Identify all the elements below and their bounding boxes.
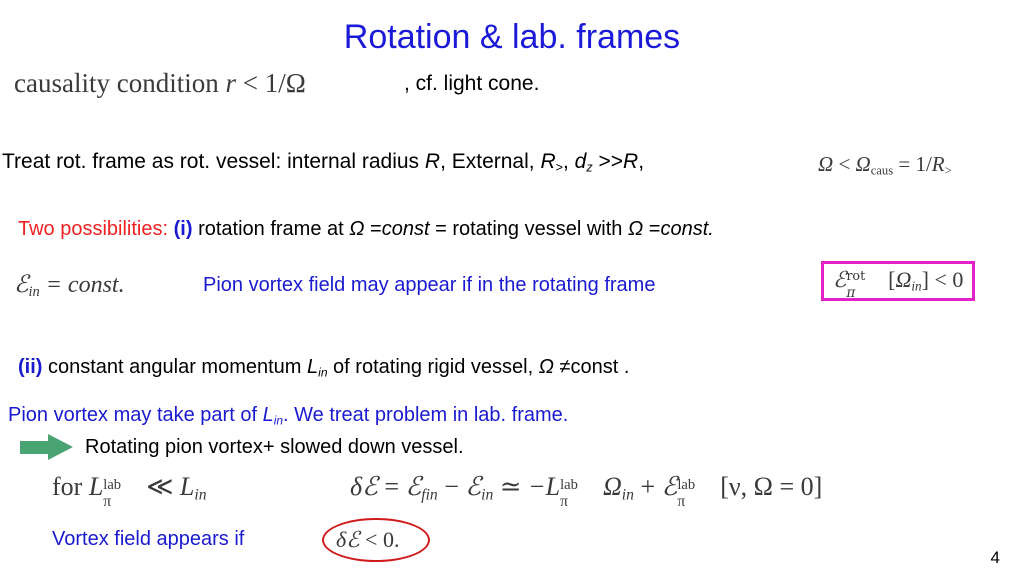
boxed-relation: < 0	[934, 267, 964, 292]
script-E-internal-sub: in	[28, 284, 40, 301]
causality-note: , cf. light cone.	[404, 72, 540, 95]
omega-less-than: <	[838, 152, 851, 176]
slide-canvas: Rotation & lab. frames causality conditi…	[0, 0, 1024, 576]
two-possibilities-lead: Two possibilities:	[18, 218, 169, 240]
second-possibility-line: (ii) constant angular momentum Lin of ro…	[18, 356, 629, 379]
causality-bound-symbol: Ω	[285, 68, 306, 98]
causality-relation: <	[242, 68, 258, 98]
vortex-appears-label: Vortex field appears if	[52, 528, 245, 550]
treat-text-c: ,	[562, 150, 575, 173]
lab-frame-var-L: L	[262, 404, 274, 426]
energy-difference-formula: δℰ = ℰfin − ℰin ≃ −L lab π Ωin + ℰ lab π…	[350, 472, 823, 511]
for-keyword: for	[52, 472, 83, 501]
circled-relation: < 0.	[365, 527, 400, 552]
treat-var-R2: R	[623, 150, 639, 173]
energy-final-sub: fin	[421, 486, 438, 504]
possibility-ii-text-c: ≠const .	[553, 356, 630, 378]
possibility-i-const-2: const.	[660, 218, 714, 240]
omega-in-subscript: in	[621, 486, 634, 504]
causality-variable: r	[225, 68, 236, 98]
two-possibilities-line: Two possibilities: (i) rotation frame at…	[18, 218, 714, 241]
lab-frame-text-a: Pion vortex may take part of	[8, 404, 263, 426]
circled-condition: δℰ < 0.	[322, 518, 430, 562]
possibility-ii-omega: Ω	[538, 356, 554, 378]
possibility-i-text-b: =	[364, 218, 382, 240]
delta-approx: ≃	[499, 472, 522, 501]
rotating-vortex-callout-text: Rotating pion vortex+ slowed down vessel…	[85, 435, 464, 458]
possibility-i-text-d: =	[643, 218, 661, 240]
boxed-rotating-energy-formula: ℰ rot π [Ωin] < 0	[821, 261, 976, 301]
rotating-vortex-callout-row: Rotating pion vortex+ slowed down vessel…	[20, 432, 464, 462]
omega-caus-symbol: Ω	[855, 152, 871, 176]
delta-plus: +	[640, 472, 656, 501]
treat-text-d: >>	[592, 150, 624, 173]
internal-energy-constant-formula: ℰin = const.	[14, 270, 125, 299]
delta-minus: −	[444, 472, 459, 501]
possibility-ii-var-L: L	[307, 356, 319, 378]
treat-text-b: , External,	[440, 150, 541, 173]
pion-vortex-rotating-frame-note: Pion vortex field may appear if in the r…	[203, 274, 656, 296]
possibility-i-text-c: = rotating vessel with	[429, 218, 628, 240]
treat-text-e: ,	[638, 150, 645, 173]
treat-var-Rgt: R	[540, 150, 556, 173]
possibility-ii-text-b: of rotating rigid vessel,	[327, 356, 539, 378]
lab-frame-var-L-sub: in	[273, 413, 284, 428]
page-number: 4	[990, 548, 1000, 567]
treat-var-d: d	[574, 150, 587, 173]
energy-pi-lab-symbol: ℰ	[661, 472, 678, 502]
treat-text-a: Treat rot. frame as rot. vessel: interna…	[2, 150, 425, 173]
boxed-omega: Ω	[895, 267, 912, 292]
omega-R-subscript: >	[944, 163, 952, 178]
circled-delta-energy: δℰ	[336, 527, 360, 552]
causality-bound-numerator: 1/	[264, 68, 286, 98]
omega-equals-inverse: = 1/	[898, 152, 932, 176]
possibility-ii-text-a: constant angular momentum	[42, 356, 308, 378]
neg-L-symbol: −L	[528, 472, 561, 501]
causality-condition-formula: causality condition r < 1/Ω	[14, 68, 306, 99]
treat-var-R: R	[424, 150, 441, 173]
delta-energy-symbol: δℰ	[350, 472, 378, 501]
omega-caus-subscript: caus	[870, 163, 894, 178]
omega-R-symbol: R	[931, 152, 945, 176]
omega-in-symbol: Ω	[602, 472, 622, 501]
delta-equals: =	[384, 472, 399, 501]
causality-condition-label: causality condition	[14, 68, 219, 98]
omega-causal-bound-formula: Ω < Ωcaus = 1/R>	[818, 152, 952, 177]
treat-rotating-frame-line: Treat rot. frame as rot. vessel: interna…	[2, 150, 644, 174]
page-title: Rotation & lab. frames	[343, 18, 681, 56]
boxed-omega-sub: in	[911, 278, 922, 294]
possibility-i-text-a: rotation frame at	[192, 218, 350, 240]
for-much-less-than: ≪	[146, 472, 174, 501]
possibility-marker-i: (i)	[173, 218, 193, 240]
energy-initial-symbol: ℰ	[465, 472, 482, 501]
possibility-i-omega-2: Ω	[627, 218, 644, 240]
energy-final-symbol: ℰ	[405, 472, 422, 501]
possibility-ii-var-L-sub: in	[318, 365, 328, 380]
energy-pi-lab-arguments: [ν, Ω = 0]	[720, 472, 823, 501]
for-L-symbol: L	[88, 472, 104, 501]
possibility-i-const-1: const	[381, 218, 430, 240]
boxed-script-E: ℰ	[833, 268, 847, 293]
omega-symbol: Ω	[818, 152, 834, 176]
circled-condition-formula: δℰ < 0.	[336, 527, 399, 553]
treat-var-Rgt-sub: >	[555, 160, 563, 175]
script-E-internal: ℰ	[14, 270, 29, 298]
boxed-bracket-close: ]	[921, 267, 929, 292]
internal-energy-rest: = const.	[45, 272, 125, 298]
possibility-marker-ii: (ii)	[18, 356, 43, 378]
energy-initial-sub: in	[481, 486, 494, 504]
for-L2-subscript: in	[194, 486, 207, 504]
condition-angular-momentum-formula: for L lab π ≪ Lin	[52, 472, 207, 511]
lab-frame-text-b: . We treat problem in lab. frame.	[283, 404, 569, 426]
possibility-i-omega: Ω	[349, 218, 365, 240]
right-arrow-icon	[20, 434, 74, 460]
lab-frame-note: Pion vortex may take part of Lin. We tre…	[8, 404, 568, 427]
for-L2-symbol: L	[179, 472, 195, 501]
